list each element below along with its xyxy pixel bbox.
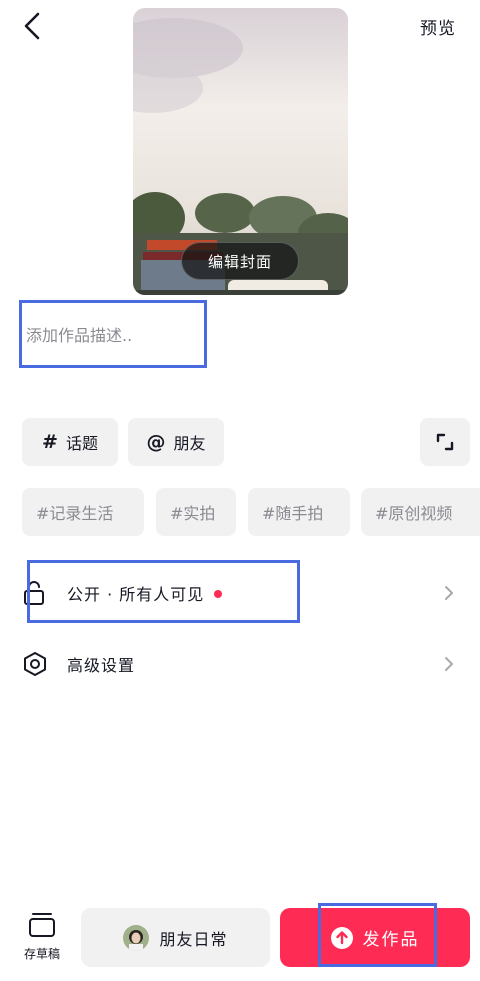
description-input[interactable] (26, 321, 202, 349)
chevron-right-icon (445, 586, 453, 600)
drafts-box-icon (29, 913, 55, 937)
hexagon-settings-icon (24, 652, 46, 676)
back-button[interactable] (16, 10, 50, 44)
edit-cover-button[interactable]: 编辑封面 (181, 242, 299, 280)
advanced-settings-label: 高级设置 (67, 656, 136, 675)
hashtag-chip[interactable]: #随手拍 (248, 488, 350, 536)
expand-corners-icon (436, 433, 454, 451)
hashtag-suggestions: #记录生活 #实拍 #随手拍 #原创视频 (22, 488, 480, 536)
at-icon: @ (146, 431, 166, 453)
hashtag-chip[interactable]: #记录生活 (22, 488, 144, 536)
hashtag-chip[interactable]: #实拍 (156, 488, 236, 536)
video-cover[interactable]: 编辑封面 (133, 8, 348, 295)
topic-chip[interactable]: # 话题 (22, 418, 118, 466)
publish-highlight (318, 903, 437, 967)
preview-button[interactable]: 预览 (420, 14, 456, 39)
privacy-highlight (27, 560, 300, 623)
topic-label: 话题 (65, 434, 98, 453)
hash-icon: # (42, 431, 58, 453)
advanced-settings-row[interactable]: 高级设置 (0, 633, 480, 693)
save-draft-label: 存草稿 (23, 947, 60, 961)
chevron-right-icon (445, 657, 453, 671)
save-draft-button[interactable]: 存草稿 (14, 908, 70, 968)
friends-daily-label: 朋友日常 (159, 929, 228, 949)
description-highlight (19, 300, 207, 368)
back-arrow-icon (24, 12, 40, 40)
avatar (123, 924, 150, 951)
friends-label: 朋友 (173, 434, 206, 453)
expand-button[interactable] (420, 418, 470, 466)
friends-daily-button[interactable]: 朋友日常 (81, 908, 270, 967)
hashtag-chip[interactable]: #原创视频 (361, 488, 480, 536)
mention-friends-chip[interactable]: @ 朋友 (128, 418, 224, 466)
